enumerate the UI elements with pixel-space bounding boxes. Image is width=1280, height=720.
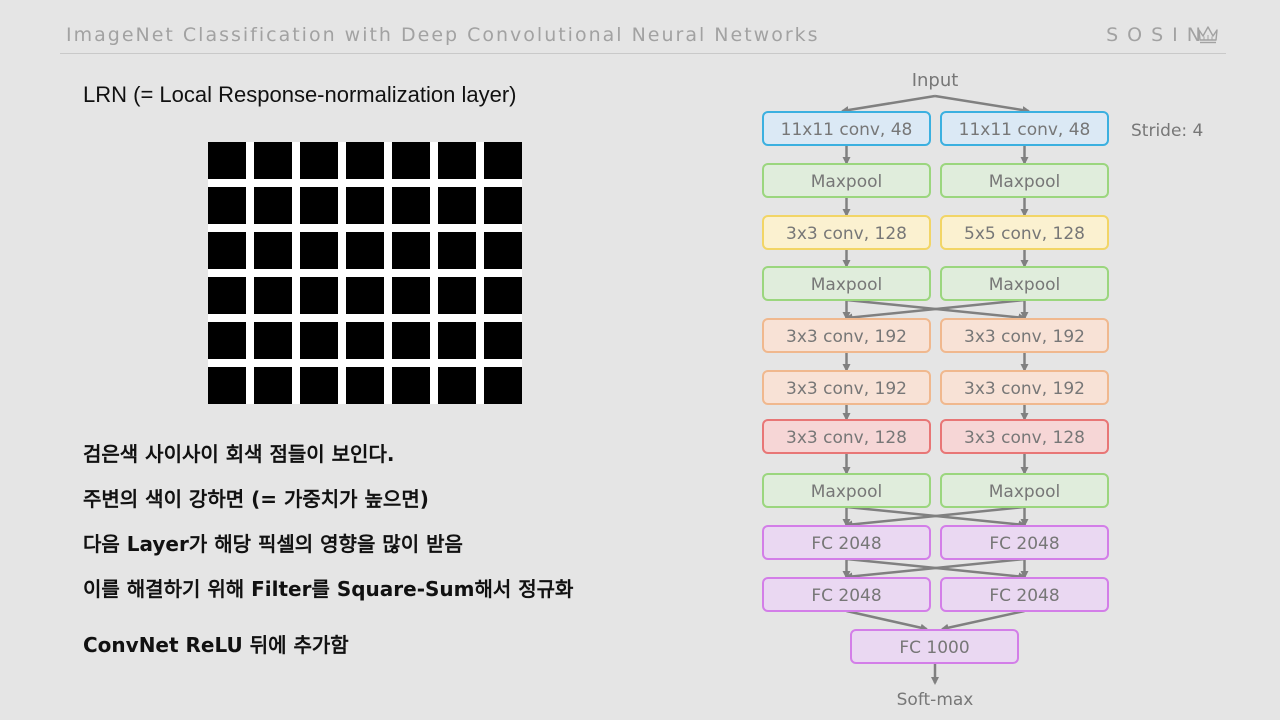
grid-square [438, 277, 476, 314]
grid-square [392, 277, 430, 314]
input-label: Input [912, 70, 959, 91]
layer-label: FC 1000 [899, 638, 969, 658]
grid-square [484, 142, 522, 179]
connector-arrow [934, 94, 1031, 114]
layer-label: 3x3 conv, 192 [786, 379, 907, 399]
layer-label: 3x3 conv, 128 [786, 428, 907, 448]
grid-square [438, 322, 476, 359]
layer-label: FC 2048 [989, 534, 1059, 554]
grid-square [484, 367, 522, 404]
grid-square [438, 232, 476, 269]
layer-label: Maxpool [989, 172, 1060, 192]
grid-square [346, 322, 384, 359]
grid-square [254, 322, 292, 359]
grid-square [300, 322, 338, 359]
layer-label: Maxpool [811, 172, 882, 192]
grid-square [254, 277, 292, 314]
grid-square [438, 142, 476, 179]
grid-square [392, 367, 430, 404]
grid-square [346, 367, 384, 404]
grid-square [392, 232, 430, 269]
layer-label: Maxpool [989, 482, 1060, 502]
grid-square [346, 232, 384, 269]
grid-square [208, 367, 246, 404]
layer-label: 3x3 conv, 192 [786, 327, 907, 347]
grid-square [254, 232, 292, 269]
grid-square [208, 322, 246, 359]
note-line: ConvNet ReLU 뒤에 추가함 [83, 633, 349, 657]
alexnet-architecture-diagram: 11x11 conv, 48 11x11 conv, 48 Maxpool Maxpo… [762, 70, 1203, 710]
crown-icon [1198, 26, 1218, 44]
brand-name: SOSIN [1106, 24, 1210, 46]
grid-square [300, 277, 338, 314]
layer-label: FC 2048 [811, 586, 881, 606]
note-line: 주변의 색이 강하면 (= 가중치가 높으면) [83, 487, 429, 511]
grid-square [300, 232, 338, 269]
grid-square [484, 232, 522, 269]
grid-square [208, 187, 246, 224]
layer-label: Maxpool [989, 275, 1060, 295]
connector-arrow [840, 94, 936, 114]
grid-square [392, 322, 430, 359]
layer-label: FC 2048 [811, 534, 881, 554]
grid-square [254, 187, 292, 224]
grid-square [254, 142, 292, 179]
layer-label: 3x3 conv, 128 [964, 428, 1085, 448]
grid-square [300, 142, 338, 179]
grid-square [346, 187, 384, 224]
grid-square [300, 367, 338, 404]
layer-label: Maxpool [811, 482, 882, 502]
layer-label: 3x3 conv, 128 [786, 224, 907, 244]
grid-square [484, 277, 522, 314]
grid-square [346, 142, 384, 179]
softmax-label: Soft-max [897, 690, 974, 710]
grid-square [484, 187, 522, 224]
connector-arrow [940, 609, 1025, 632]
layer-label: 3x3 conv, 192 [964, 379, 1085, 399]
grid-square [392, 142, 430, 179]
grid-square [346, 277, 384, 314]
grid-square [208, 232, 246, 269]
grid-square [484, 322, 522, 359]
layer-label: Maxpool [811, 275, 882, 295]
page-header-title: ImageNet Classification with Deep Convol… [66, 24, 820, 46]
section-title: LRN (= Local Response-normalization laye… [83, 82, 517, 107]
grid-square [438, 187, 476, 224]
grid-square [208, 277, 246, 314]
grid-square [254, 367, 292, 404]
grid-square [208, 142, 246, 179]
layer-label: 5x5 conv, 128 [964, 224, 1085, 244]
layer-label: 3x3 conv, 192 [964, 327, 1085, 347]
stride-label: Stride: 4 [1131, 121, 1203, 141]
grid-square [438, 367, 476, 404]
note-line: 검은색 사이사이 회색 점들이 보인다. [83, 442, 395, 466]
connector-arrow [846, 609, 929, 632]
layer-label: 11x11 conv, 48 [959, 120, 1091, 140]
grid-square [392, 187, 430, 224]
grid-square [300, 187, 338, 224]
hermann-grid-illusion [208, 142, 522, 404]
note-line: 이를 해결하기 위해 Filter를 Square-Sum해서 정규화 [83, 577, 574, 601]
note-line: 다음 Layer가 해당 픽셀의 영향을 많이 받음 [83, 532, 463, 556]
grid-background [208, 142, 522, 404]
header-divider [60, 53, 1226, 54]
layer-label: FC 2048 [989, 586, 1059, 606]
layer-label: 11x11 conv, 48 [781, 120, 913, 140]
